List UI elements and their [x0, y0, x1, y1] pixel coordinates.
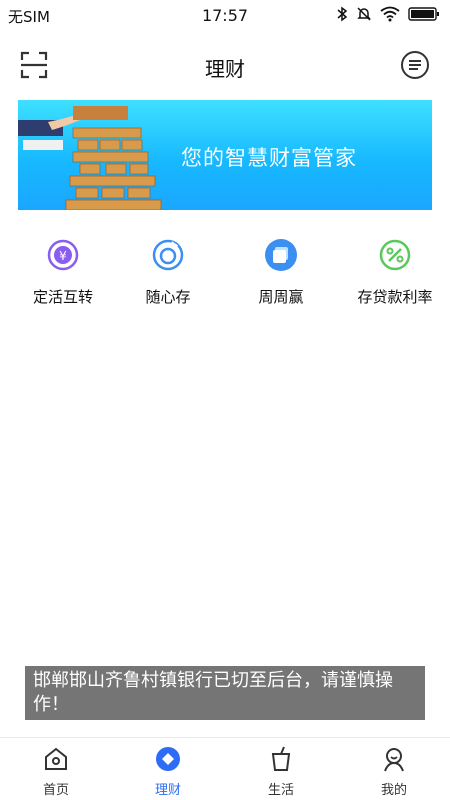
- tab-label: 理财: [154, 783, 181, 798]
- quick-item-flexible-deposit[interactable]: 随心存: [113, 238, 223, 307]
- battery-icon: [408, 7, 439, 21]
- status-icons: [336, 6, 440, 22]
- quick-item-label: 存贷款利率: [357, 288, 433, 306]
- quick-item-rates[interactable]: 存贷款利率: [340, 238, 450, 307]
- tab-label: 生活: [267, 783, 294, 798]
- quick-item-label: 周周赢: [258, 288, 304, 306]
- jenga-tower-image: [18, 106, 162, 210]
- banner-slogan: 您的智慧财富管家: [181, 146, 357, 170]
- bottom-tab-bar: 首页 理财 生活 我的: [0, 737, 450, 800]
- message-menu-icon[interactable]: [400, 50, 430, 80]
- quick-item-label: 定活互转: [32, 288, 93, 306]
- svg-text:¥: ¥: [59, 249, 67, 263]
- tab-label: 我的: [380, 783, 407, 798]
- yuan-cycle-icon: ¥: [47, 239, 79, 271]
- promo-banner[interactable]: 您的智慧财富管家: [18, 100, 432, 210]
- status-bar: 无SIM 17:57: [0, 0, 450, 32]
- page-title: 理财: [205, 57, 245, 81]
- tab-home[interactable]: 首页: [0, 746, 112, 798]
- home-icon: [45, 747, 67, 770]
- quick-item-fixed-current-transfer[interactable]: ¥ 定活互转: [8, 238, 118, 307]
- bluetooth-icon: [337, 6, 348, 22]
- percent-icon: [379, 239, 411, 271]
- tab-label: 首页: [42, 783, 69, 798]
- user-icon: [384, 748, 404, 772]
- header: 理财: [0, 40, 450, 92]
- quick-item-label: 随心存: [145, 288, 191, 306]
- mute-bell-icon: [357, 7, 371, 21]
- coin-sync-icon: [152, 239, 184, 271]
- background-warning-toast: 邯郸邯山齐鲁村镇银行已切至后台，请谨慎操作！: [25, 666, 425, 720]
- stack-square-icon: [265, 239, 297, 271]
- quick-item-weekly-win[interactable]: 周周赢: [226, 238, 336, 307]
- tab-finance[interactable]: 理财: [112, 746, 224, 798]
- finance-icon: [156, 747, 180, 771]
- cup-icon: [271, 746, 291, 771]
- wifi-icon: [380, 6, 400, 22]
- tab-mine[interactable]: 我的: [338, 746, 450, 798]
- tab-life[interactable]: 生活: [225, 746, 337, 798]
- quick-actions: ¥ 定活互转 随心存 周周赢 存贷款利率: [0, 238, 450, 308]
